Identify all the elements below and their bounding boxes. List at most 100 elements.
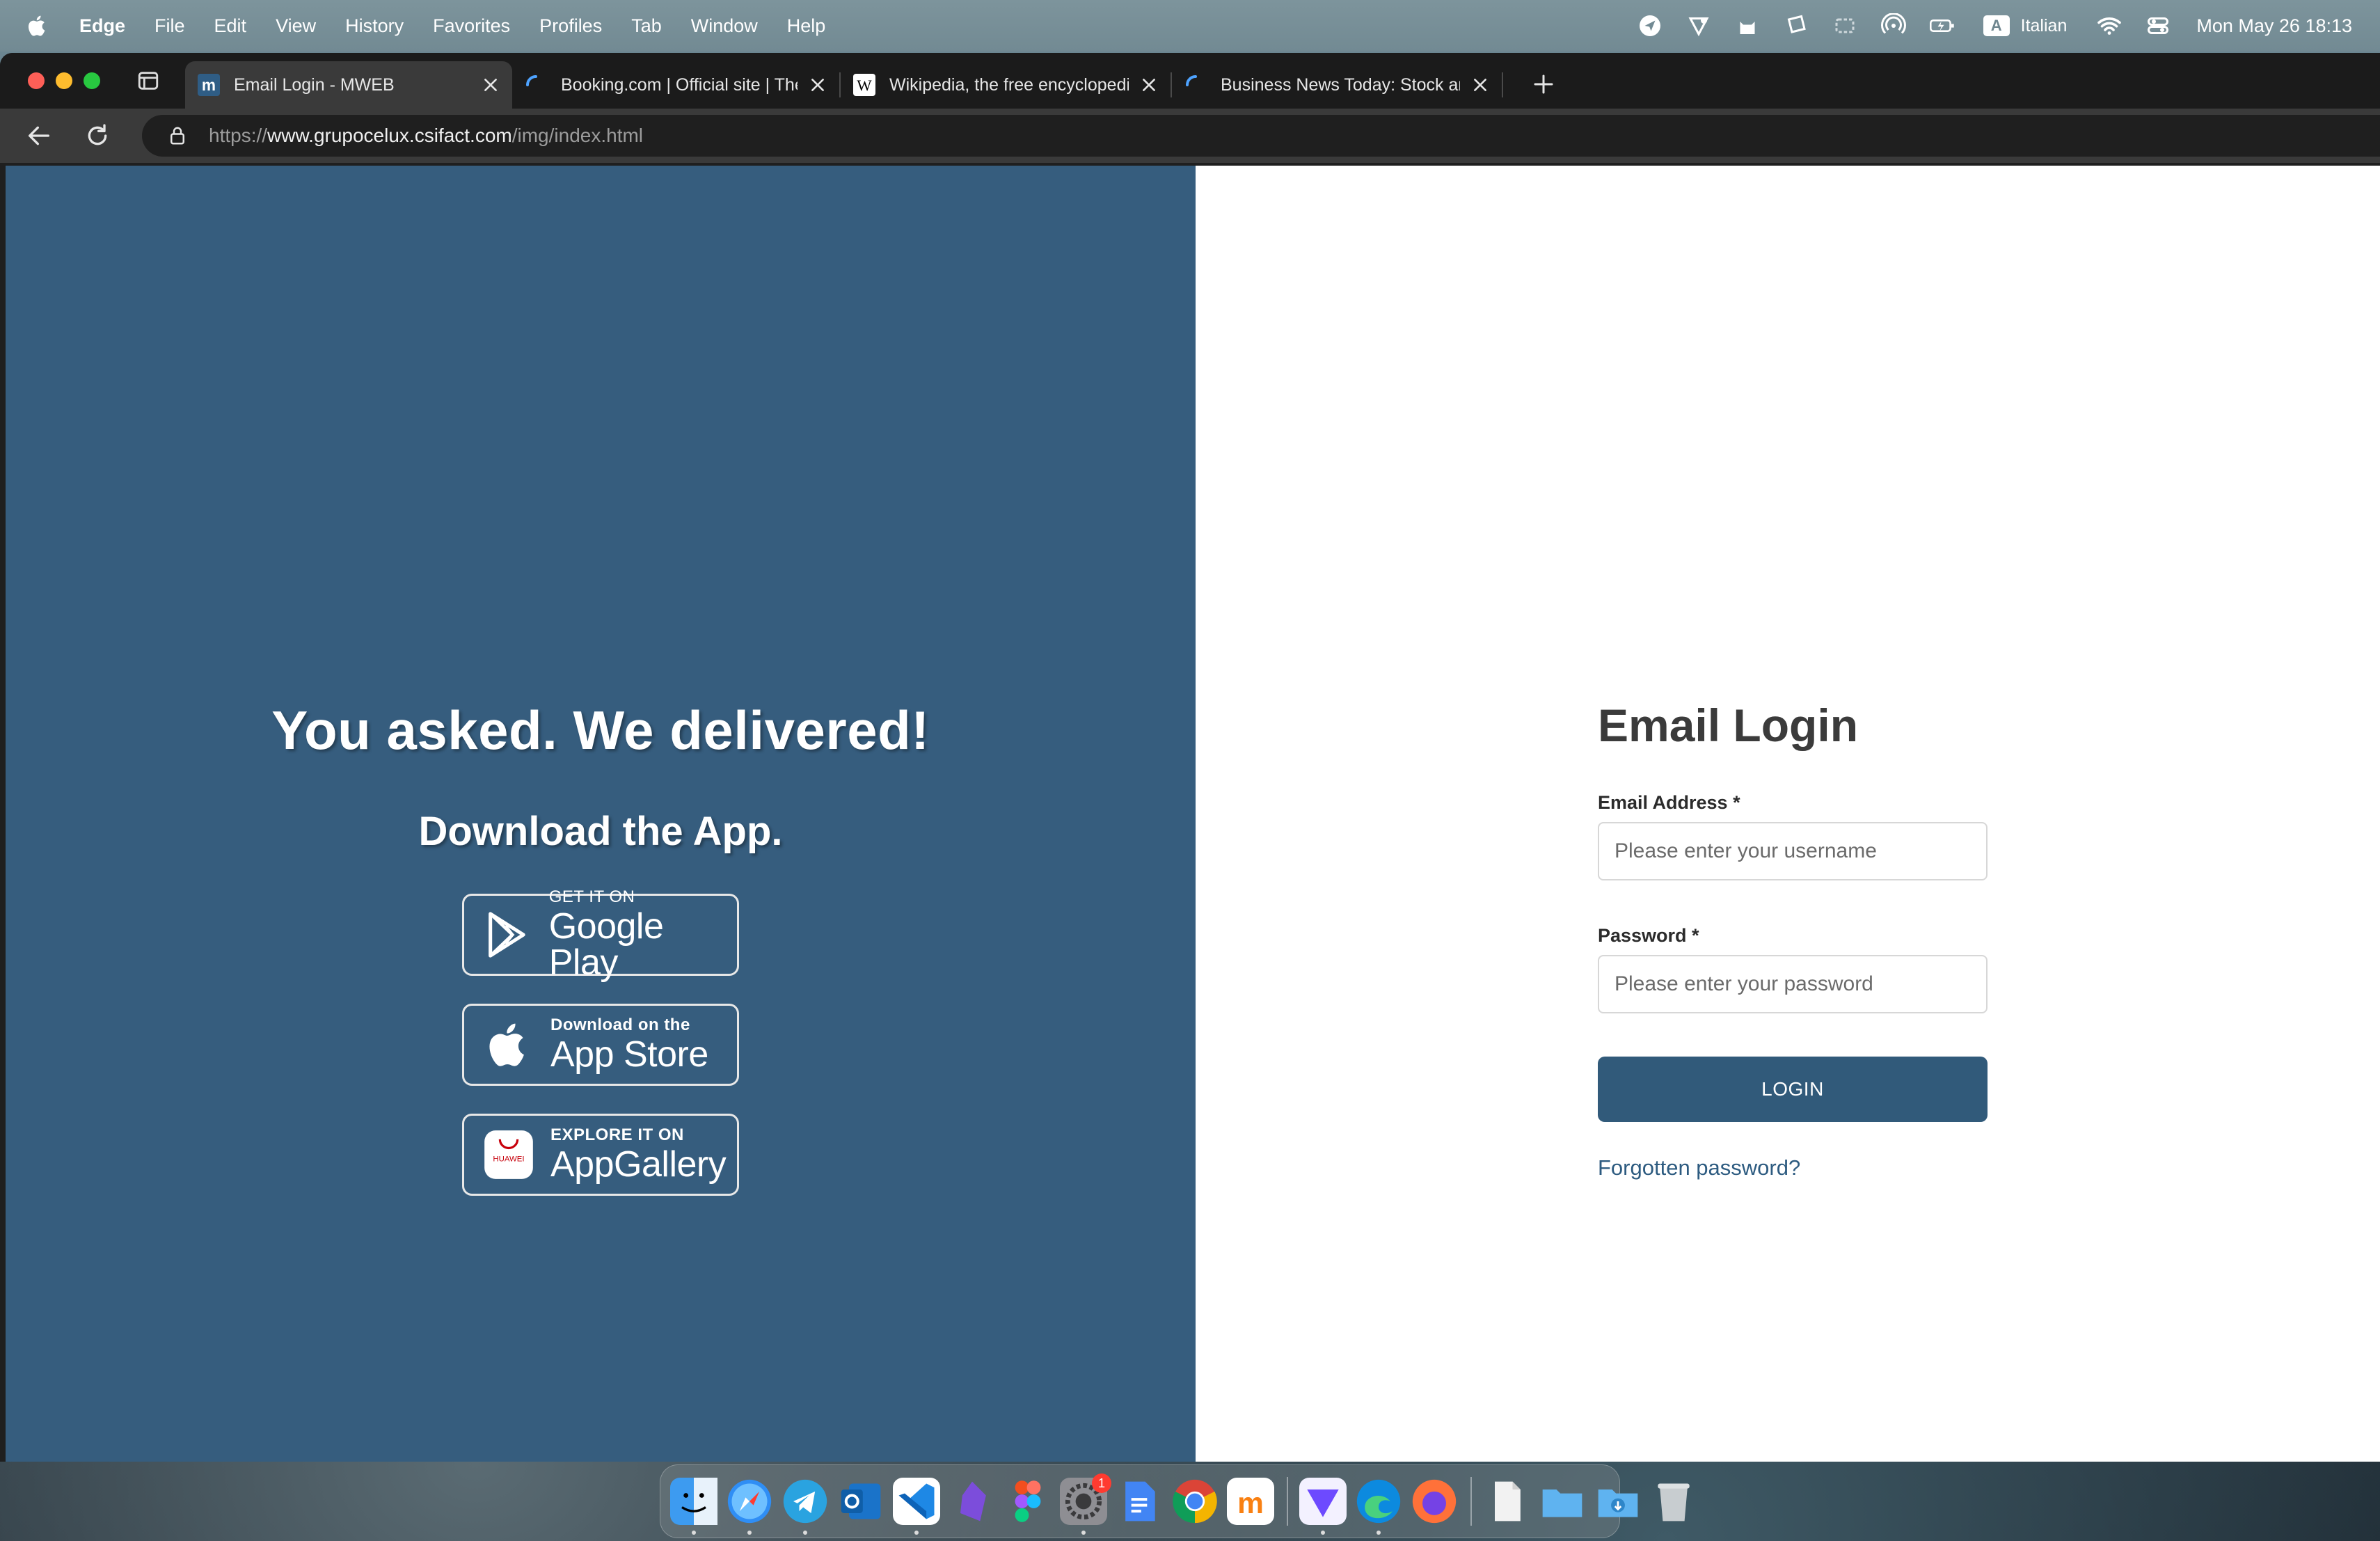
menubar-clock[interactable]: Mon May 26 18:13 [2196,15,2352,37]
promo-subheadline: Download the App. [418,809,783,854]
menu-edit[interactable]: Edit [214,15,247,37]
close-window-button[interactable] [28,72,45,89]
close-tab-icon[interactable] [482,76,500,94]
email-field[interactable] [1598,822,1988,880]
notification-badge: 1 [1092,1473,1111,1493]
airdrop-icon[interactable] [1880,13,1907,39]
wikipedia-icon: W [853,74,875,96]
mweb-icon: m [198,74,220,96]
battery-icon[interactable] [1929,13,1955,39]
cat-icon[interactable] [1734,13,1761,39]
input-source-label[interactable]: Italian [2021,16,2068,36]
trash-icon[interactable] [1650,1478,1697,1525]
web-page: You asked. We delivered! Download the Ap… [6,166,2380,1462]
tab-bar: m Email Login - MWEB Booking.com | Offic… [0,53,2380,109]
folder-icon[interactable] [1539,1478,1586,1525]
menu-window[interactable]: Window [691,15,758,37]
close-tab-icon[interactable] [1140,76,1158,94]
menu-tab[interactable]: Tab [631,15,662,37]
navigation-arrow-icon[interactable] [1637,13,1663,39]
vpn-shield-icon[interactable] [1685,13,1712,39]
apple-menu-icon[interactable] [25,13,50,38]
password-label: Password * [1598,925,1699,946]
figma-icon[interactable] [1004,1478,1052,1525]
password-field[interactable] [1598,955,1988,1013]
firefox-icon[interactable] [1411,1478,1458,1525]
login-panel: Email Login Email Address * Password * L… [1196,166,2380,1462]
login-button[interactable]: LOGIN [1598,1057,1988,1122]
menu-help[interactable]: Help [787,15,826,37]
close-tab-icon[interactable] [809,76,827,94]
loading-icon [525,74,547,96]
url-path: /img/index.html [511,125,644,146]
tab-email-login[interactable]: m Email Login - MWEB [185,61,512,109]
store-badges: GET IT ON Google Play Download on the Ap… [462,889,739,1224]
tab-wikipedia[interactable]: W Wikipedia, the free encyclopedia [841,61,1171,109]
system-settings-icon[interactable]: 1 [1060,1473,1111,1535]
dock-separator [1470,1477,1472,1526]
appgallery-badge[interactable]: HUAWEI EXPLORE IT ON AppGallery [462,1114,739,1196]
telegram-icon[interactable] [782,1478,829,1535]
wifi-icon[interactable] [2096,13,2123,39]
minimize-window-button[interactable] [56,72,72,89]
edge-icon[interactable] [1355,1478,1402,1535]
email-label: Email Address * [1598,792,1740,813]
badge-small-text: GET IT ON [548,887,635,906]
url-scheme: https:// [209,125,268,146]
proton-vpn-icon[interactable] [1299,1478,1347,1535]
url-text[interactable]: https://www.grupocelux.csifact.com/img/i… [209,125,643,147]
huawei-appgallery-icon: HUAWEI [479,1125,538,1184]
new-tab-icon[interactable] [1531,72,1556,97]
dock: 1 m [660,1464,1690,1538]
finder-icon[interactable] [670,1478,717,1535]
menu-bar: Edge File Edit View History Favorites Pr… [0,0,2380,52]
lock-icon[interactable] [167,125,188,146]
login-form: Email Login Email Address * Password * L… [1598,699,1988,1180]
document-icon[interactable] [1483,1478,1530,1525]
safari-icon[interactable] [726,1478,773,1535]
promo-headline: You asked. We delivered! [271,700,930,761]
google-play-badge[interactable]: GET IT ON Google Play [462,889,739,981]
huawei-logo-text: HUAWEI [493,1155,524,1164]
svg-text:W: W [857,77,872,94]
outlook-icon[interactable] [837,1478,884,1525]
badge-big-text: AppGallery [550,1144,727,1185]
svg-text:m: m [1237,1487,1264,1520]
tab-title: Business News Today: Stock an [1221,74,1460,95]
menu-view[interactable]: View [276,15,316,37]
tab-title: Booking.com | Official site | The [561,74,798,95]
browser-window: m Email Login - MWEB Booking.com | Offic… [0,53,2380,1462]
promo-panel: You asked. We delivered! Download the Ap… [6,166,1196,1462]
screen-mirror-icon[interactable] [1832,13,1858,39]
address-bar[interactable]: https://www.grupocelux.csifact.com/img/i… [142,115,2380,157]
app-store-badge[interactable]: Download on the App Store [462,1004,739,1086]
tab-business-news[interactable]: Business News Today: Stock an [1172,61,1502,109]
zoom-window-button[interactable] [84,72,100,89]
tab-booking[interactable]: Booking.com | Official site | The [512,61,839,109]
menu-profiles[interactable]: Profiles [539,15,602,37]
google-play-icon [479,906,537,964]
back-arrow-icon[interactable] [25,122,53,150]
menu-favorites[interactable]: Favorites [433,15,510,37]
close-tab-icon[interactable] [1471,76,1489,94]
browser-toolbar: https://www.grupocelux.csifact.com/img/i… [0,109,2380,163]
dock-separator [1287,1477,1288,1526]
obsidian-icon[interactable] [949,1478,996,1525]
downloads-folder-icon[interactable] [1594,1478,1642,1525]
forgot-password-link[interactable]: Forgotten password? [1598,1155,1988,1180]
status-area: A Italian Mon May 26 18:13 [1615,13,2380,39]
vscode-icon[interactable] [893,1478,940,1535]
login-title: Email Login [1598,700,1859,751]
chrome-icon[interactable] [1171,1478,1219,1525]
input-source-badge[interactable]: A [1983,15,2010,36]
clipboard-icon[interactable] [1783,13,1809,39]
menu-history[interactable]: History [345,15,404,37]
menu-app-name[interactable]: Edge [79,15,125,37]
control-center-icon[interactable] [2145,13,2171,39]
menu-file[interactable]: File [154,15,185,37]
google-docs-icon[interactable] [1116,1478,1163,1525]
loading-icon [1184,74,1207,96]
reload-icon[interactable] [84,122,111,150]
tab-actions-icon[interactable] [136,69,160,93]
moodle-icon[interactable]: m [1227,1478,1274,1525]
